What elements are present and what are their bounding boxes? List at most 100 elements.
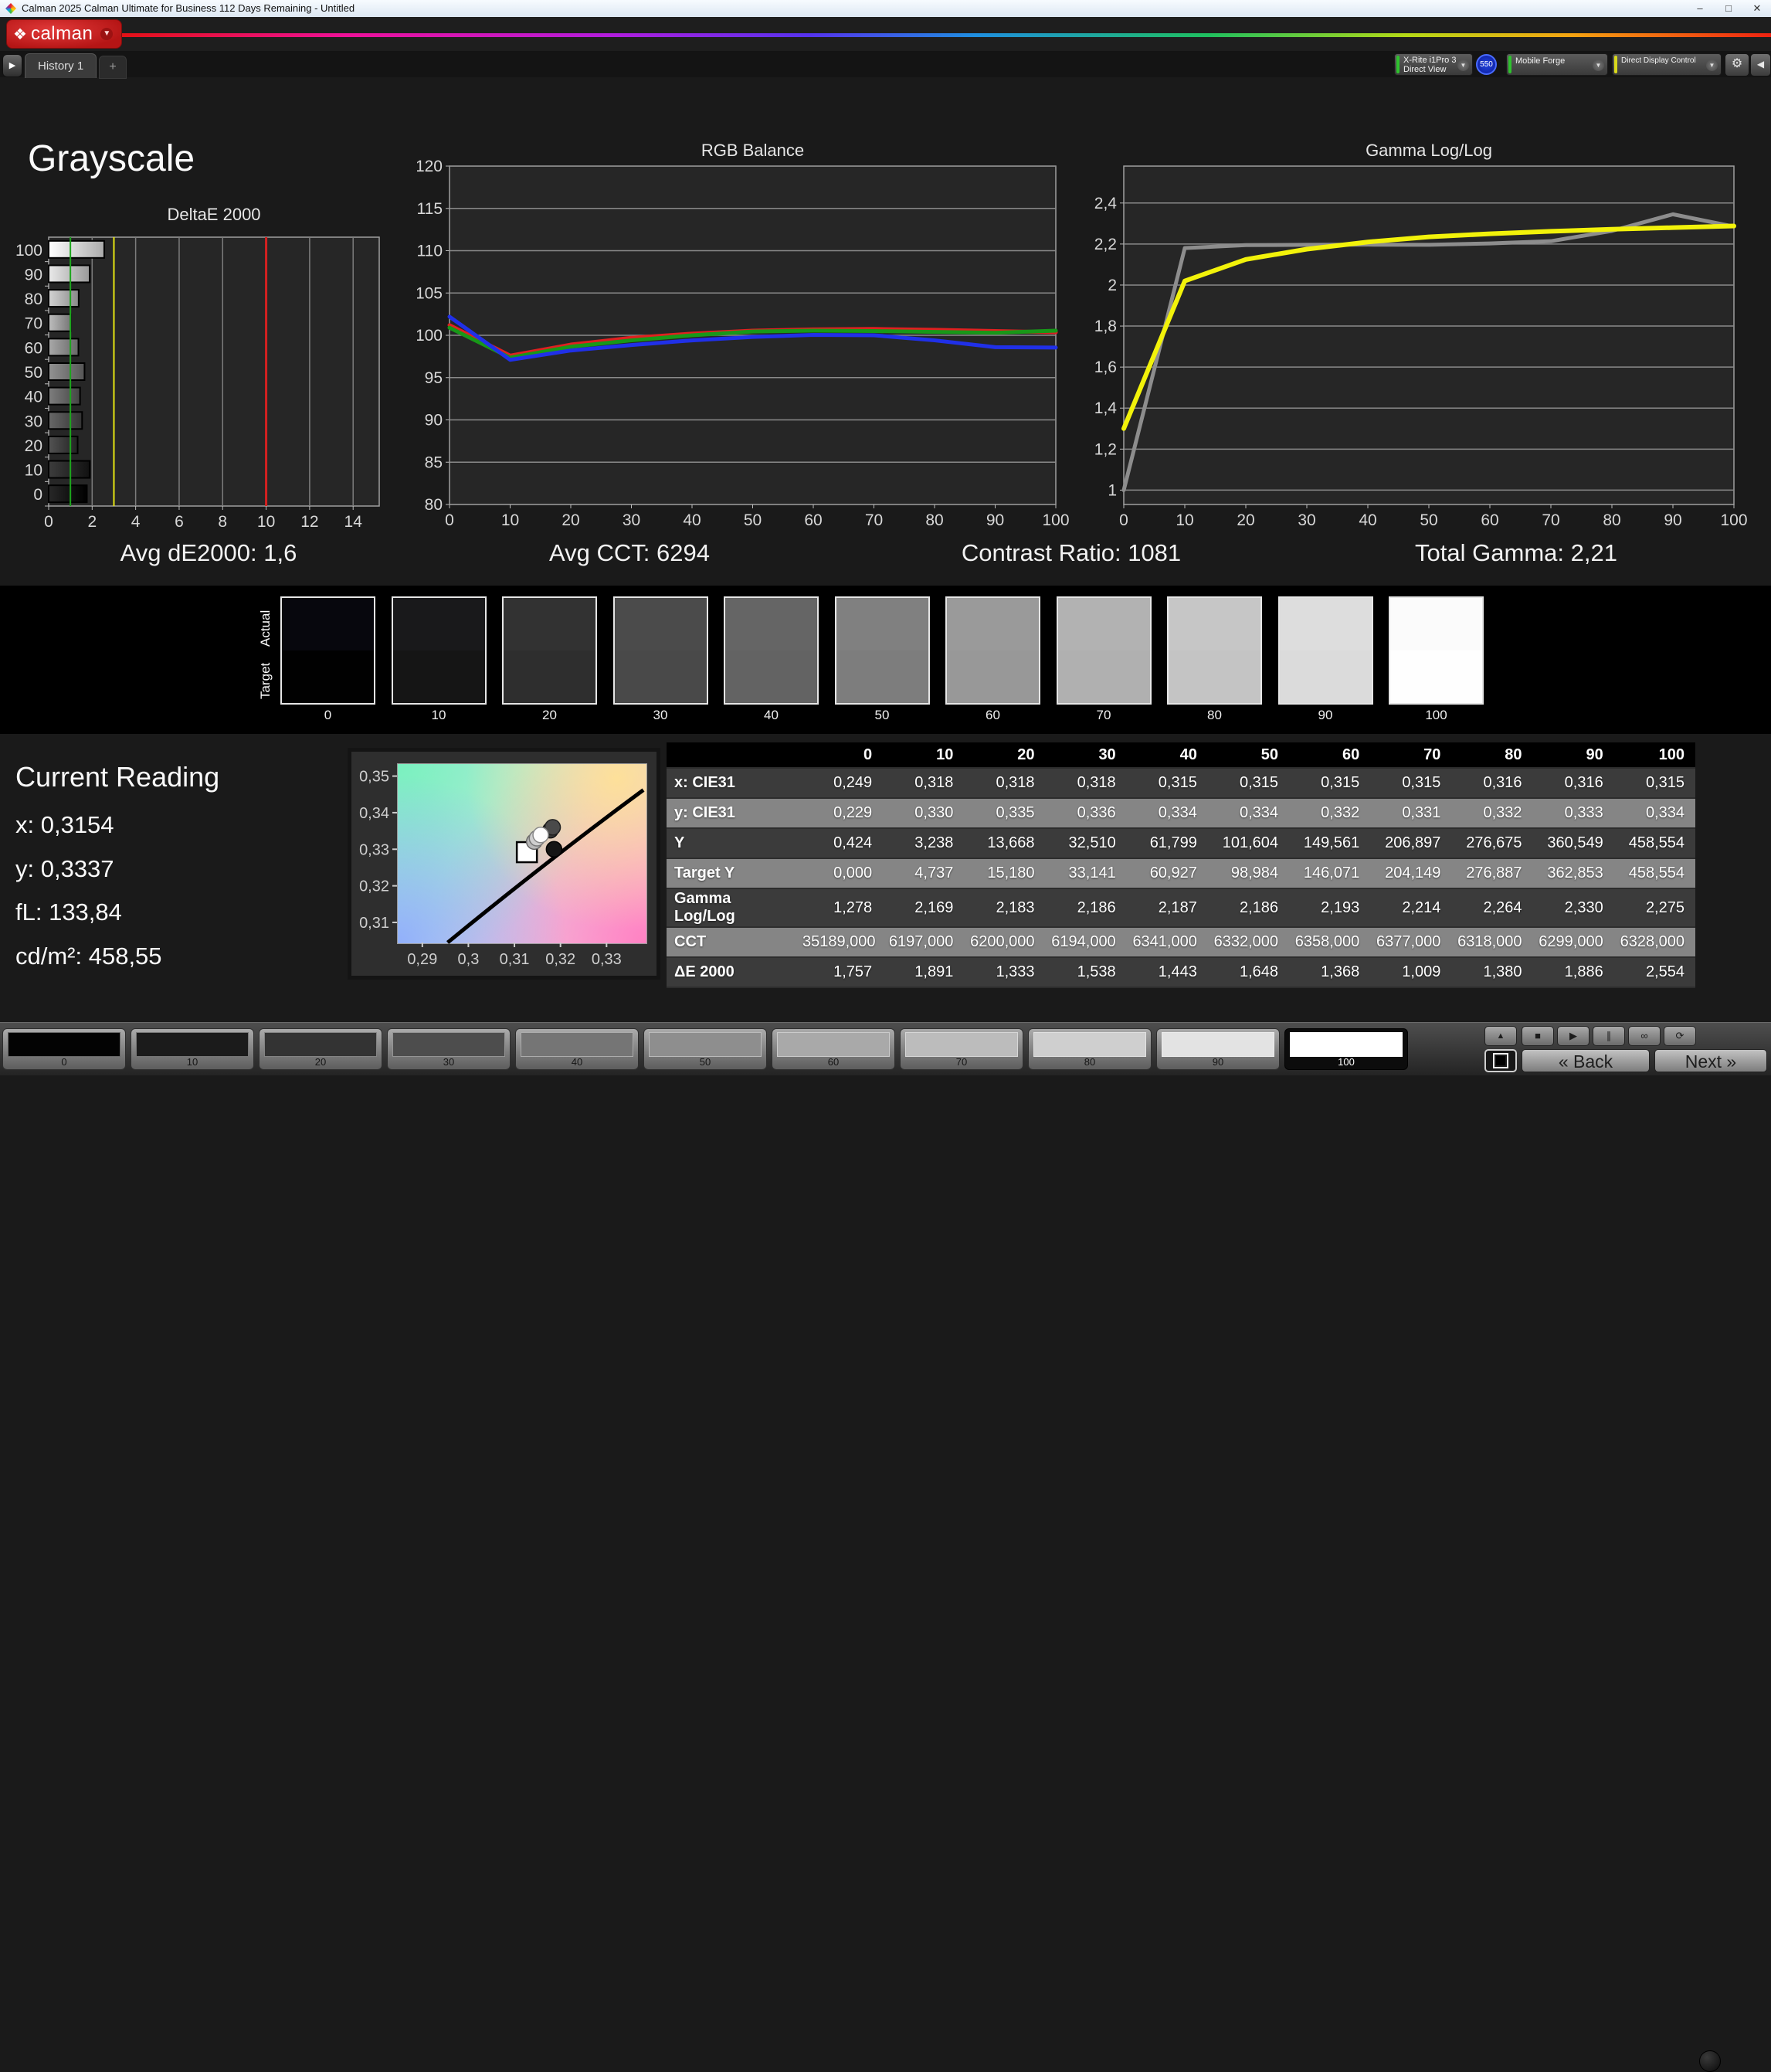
calman-wordmark: calman — [30, 23, 93, 44]
svg-text:70: 70 — [25, 315, 42, 333]
close-icon[interactable]: ✕ — [1743, 0, 1771, 17]
svg-text:105: 105 — [417, 284, 443, 302]
table-cell: 2,264 — [1451, 888, 1533, 927]
app-icon — [5, 3, 16, 14]
next-button[interactable]: Next » — [1654, 1049, 1767, 1072]
maximize-icon[interactable]: □ — [1715, 0, 1742, 17]
source-dropdown[interactable]: Mobile Forge ▼ — [1506, 53, 1608, 76]
target-row-label: Target — [258, 662, 273, 699]
grayscale-patch-60 — [945, 596, 1040, 705]
svg-text:0: 0 — [1119, 511, 1128, 529]
table-cell: 1,891 — [883, 957, 965, 987]
pattern-label: 40 — [571, 1056, 583, 1068]
play-icon[interactable]: ▶ — [1557, 1026, 1589, 1046]
pattern-up-button[interactable]: ▲ — [1484, 1026, 1517, 1046]
pattern-button-80[interactable]: 80 — [1028, 1028, 1152, 1070]
svg-text:6: 6 — [175, 513, 184, 531]
continuous-icon[interactable]: ∞ — [1628, 1026, 1661, 1046]
tab-history-1[interactable]: History 1 — [25, 53, 97, 78]
pattern-button-70[interactable]: 70 — [900, 1028, 1023, 1070]
pattern-button-0[interactable]: 0 — [2, 1028, 126, 1070]
pattern-button-60[interactable]: 60 — [772, 1028, 895, 1070]
patch-level-label: 40 — [764, 708, 779, 722]
pattern-button-10[interactable]: 10 — [131, 1028, 254, 1070]
grayscale-patch-100 — [1389, 596, 1484, 705]
svg-text:10: 10 — [25, 462, 42, 480]
table-cell: 0,318 — [883, 768, 965, 798]
actual-swatch — [725, 598, 817, 650]
pattern-button-20[interactable]: 20 — [259, 1028, 382, 1070]
tab-scroll-button[interactable]: ▶ — [2, 54, 22, 77]
calman-menu-button[interactable]: ❖ calman ▼ — [6, 19, 122, 49]
back-button[interactable]: « Back — [1522, 1049, 1650, 1072]
minimize-icon[interactable]: – — [1686, 0, 1714, 17]
table-cell: 0,332 — [1289, 798, 1371, 828]
pattern-button-100[interactable]: 100 — [1284, 1028, 1408, 1070]
table-cell: 6341,000 — [1126, 927, 1208, 957]
pattern-label: 100 — [1338, 1056, 1355, 1068]
patch-level-label: 0 — [324, 708, 332, 722]
svg-text:90: 90 — [25, 266, 42, 284]
svg-text:0,3: 0,3 — [458, 951, 480, 968]
table-row: x: CIE31 0,249 0,318 0,318 0,318 0,315 0,315 0,… — [667, 768, 1695, 798]
svg-text:0: 0 — [44, 513, 53, 531]
display-control-dropdown[interactable]: Direct Display Control ▼ — [1612, 53, 1722, 76]
svg-text:80: 80 — [25, 290, 42, 308]
source-name: Mobile Forge — [1515, 56, 1566, 66]
table-cell: 6194,000 — [1045, 927, 1127, 957]
chart-title: DeltaE 2000 — [167, 205, 261, 224]
chevron-down-icon: ▼ — [1457, 59, 1469, 71]
table-cell: 13,668 — [964, 828, 1046, 858]
patch-level-label: 10 — [431, 708, 446, 722]
table-cell: 0,335 — [964, 798, 1046, 828]
svg-text:0,35: 0,35 — [359, 769, 389, 786]
meter-status-stripe — [1396, 56, 1399, 73]
svg-text:120: 120 — [417, 158, 443, 175]
table-cell: 98,984 — [1207, 858, 1290, 888]
add-tab-button[interactable]: + — [99, 56, 127, 79]
table-cell: 206,897 — [1370, 828, 1452, 858]
svg-text:20: 20 — [561, 511, 579, 529]
pattern-chip — [777, 1032, 890, 1057]
target-swatch — [1279, 650, 1372, 703]
table-cell: 6200,000 — [964, 927, 1046, 957]
rgb-balance-chart: 80 85 90 95 100 105 110 115 120 0 10 20 30 40 50 60 70 80… — [417, 141, 1074, 535]
meter-dropdown[interactable]: X-Rite i1Pro 3 Direct View ▼ — [1394, 53, 1473, 76]
reading-y: y: 0,3337 — [15, 855, 114, 882]
target-swatch — [392, 650, 485, 703]
step-icon[interactable]: ∥ — [1593, 1026, 1625, 1046]
table-cell: 2,275 — [1613, 888, 1695, 927]
stop-square-icon — [1493, 1053, 1508, 1068]
table-cell: 3,238 — [883, 828, 965, 858]
pattern-button-90[interactable]: 90 — [1156, 1028, 1280, 1070]
pattern-button-40[interactable]: 40 — [515, 1028, 639, 1070]
target-swatch — [1390, 650, 1482, 703]
pattern-bottom-bar: 0 10 20 30 40 50 60 70 80 90 100 ▲ ■ ▶ ∥ ∞ ⟳ « Back Ne… — [0, 1022, 1771, 2072]
loop-icon[interactable]: ⟳ — [1664, 1026, 1696, 1046]
pattern-button-50[interactable]: 50 — [643, 1028, 767, 1070]
patch-level-label: 100 — [1425, 708, 1447, 722]
table-col-header: 0 — [802, 742, 884, 768]
svg-text:50: 50 — [25, 364, 42, 382]
pattern-button-30[interactable]: 30 — [387, 1028, 511, 1070]
svg-text:90: 90 — [986, 511, 1004, 529]
table-cell: 0,315 — [1207, 768, 1290, 798]
table-cell: 6377,000 — [1370, 927, 1452, 957]
collapse-panel-icon[interactable]: ◀ — [1750, 53, 1771, 76]
table-row: CCT 35189,000 6197,000 6200,000 6194,000 6341… — [667, 927, 1695, 957]
table-corner-cell — [667, 742, 802, 768]
table-cell: 0,334 — [1613, 798, 1695, 828]
svg-text:0,31: 0,31 — [500, 951, 530, 968]
svg-text:0,33: 0,33 — [592, 951, 622, 968]
svg-text:70: 70 — [865, 511, 883, 529]
svg-text:100: 100 — [417, 327, 443, 345]
table-cell: 1,443 — [1126, 957, 1208, 987]
pattern-label: 90 — [1212, 1056, 1224, 1068]
meter-mode: Direct View — [1403, 64, 1447, 74]
meter-sync-badge[interactable]: 550 — [1476, 54, 1497, 75]
table-cell: 1,886 — [1532, 957, 1614, 987]
stop-icon[interactable]: ■ — [1522, 1026, 1554, 1046]
gear-icon[interactable]: ⚙ — [1725, 53, 1749, 76]
patch-level-label: 30 — [653, 708, 668, 722]
pattern-window-button[interactable] — [1484, 1049, 1517, 1072]
